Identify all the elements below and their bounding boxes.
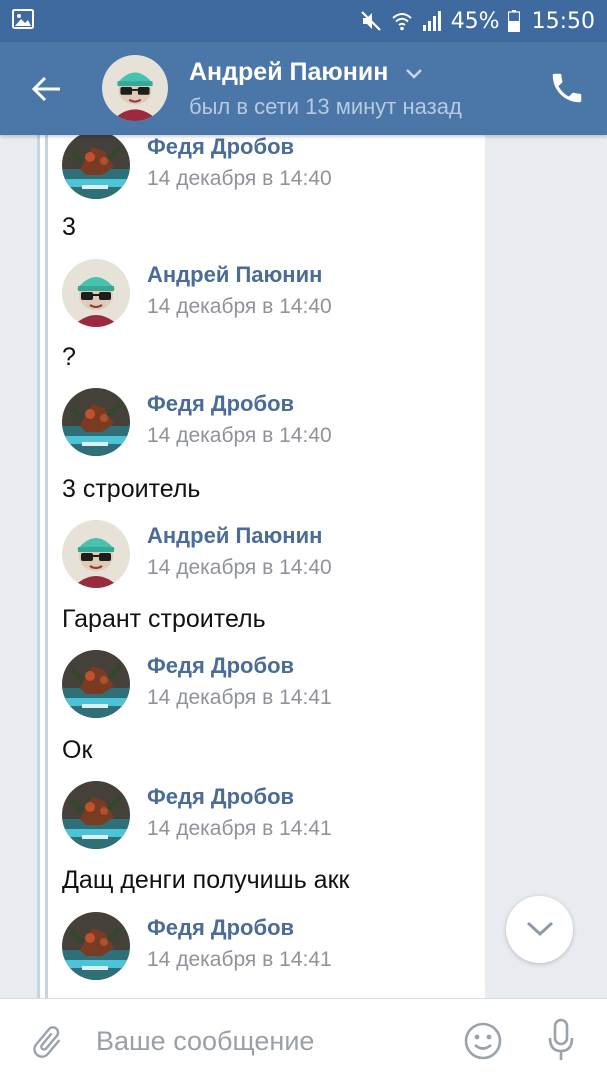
wifi-icon bbox=[392, 13, 412, 31]
message-time: 14 декабря в 14:41 bbox=[147, 817, 332, 840]
scroll-down-button[interactable] bbox=[506, 896, 573, 963]
author-name[interactable]: Андрей Паюнин bbox=[147, 523, 322, 549]
message-time: 14 декабря в 14:40 bbox=[147, 167, 332, 190]
message-header: Федя Дробов 14 декабря в 14:40 bbox=[62, 135, 462, 199]
author-name[interactable]: Федя Дробов bbox=[147, 135, 294, 160]
message-time: 14 декабря в 14:41 bbox=[147, 948, 332, 971]
message-list[interactable]: Федя Дробов 14 декабря в 14:40 3 Андрей … bbox=[0, 135, 607, 998]
message-input[interactable] bbox=[96, 1021, 436, 1061]
message-composer bbox=[0, 998, 607, 1081]
author-name[interactable]: Андрей Паюнин bbox=[147, 262, 322, 288]
contact-name[interactable]: Андрей Паюнин bbox=[189, 58, 388, 87]
message-header: Федя Дробов 14 декабря в 14:41 bbox=[62, 781, 462, 849]
online-status: был в сети 13 минут назад bbox=[189, 94, 462, 119]
chevron-down-icon[interactable] bbox=[403, 66, 425, 82]
author-name[interactable]: Федя Дробов bbox=[147, 391, 294, 417]
chat-header: Андрей Паюнин был в сети 13 минут назад bbox=[0, 42, 607, 135]
avatar[interactable] bbox=[62, 912, 130, 980]
message-header: Андрей Паюнин 14 декабря в 14:40 bbox=[62, 259, 462, 327]
message-header: Федя Дробов 14 декабря в 14:41 bbox=[62, 650, 462, 718]
message-time: 14 декабря в 14:40 bbox=[147, 424, 332, 447]
avatar[interactable] bbox=[62, 259, 130, 327]
phone-icon[interactable] bbox=[548, 69, 586, 107]
message-time: 14 декабря в 14:41 bbox=[147, 686, 332, 709]
avatar[interactable] bbox=[62, 650, 130, 718]
status-bar: 45% 15:50 bbox=[0, 0, 607, 42]
signal-icon bbox=[422, 11, 441, 31]
smiley-icon[interactable] bbox=[463, 1021, 503, 1061]
avatar[interactable] bbox=[62, 135, 130, 199]
battery-icon bbox=[507, 10, 520, 32]
author-name[interactable]: Федя Дробов bbox=[147, 915, 294, 941]
gallery-icon bbox=[12, 9, 34, 29]
chevron-down-icon bbox=[526, 921, 554, 937]
mute-icon bbox=[360, 11, 381, 31]
avatar[interactable] bbox=[62, 781, 130, 849]
author-name[interactable]: Федя Дробов bbox=[147, 784, 294, 810]
message-text: Гарант строитель bbox=[62, 605, 266, 633]
clock: 15:50 bbox=[531, 8, 595, 34]
message-header: Андрей Паюнин 14 декабря в 14:40 bbox=[62, 520, 462, 588]
author-name[interactable]: Федя Дробов bbox=[147, 653, 294, 679]
message-text: Ок bbox=[62, 736, 93, 764]
microphone-icon[interactable] bbox=[546, 1018, 576, 1062]
paperclip-icon[interactable] bbox=[28, 1021, 66, 1063]
forward-line bbox=[45, 135, 48, 998]
avatar[interactable] bbox=[62, 520, 130, 588]
message-text: 3 bbox=[62, 213, 76, 241]
message-text: Дащ денги получишь акк bbox=[62, 866, 350, 894]
message-text: ? bbox=[62, 343, 76, 371]
message-header: Федя Дробов 14 декабря в 14:40 bbox=[62, 388, 462, 456]
avatar[interactable] bbox=[62, 388, 130, 456]
message-time: 14 декабря в 14:40 bbox=[147, 556, 332, 579]
forward-line bbox=[37, 135, 40, 998]
message-time: 14 декабря в 14:40 bbox=[147, 295, 332, 318]
message-header: Федя Дробов 14 декабря в 14:41 bbox=[62, 912, 462, 980]
back-arrow-icon[interactable] bbox=[26, 68, 68, 110]
battery-percent: 45% bbox=[450, 8, 500, 34]
message-text: 3 строитель bbox=[62, 475, 201, 503]
avatar[interactable] bbox=[102, 55, 168, 121]
